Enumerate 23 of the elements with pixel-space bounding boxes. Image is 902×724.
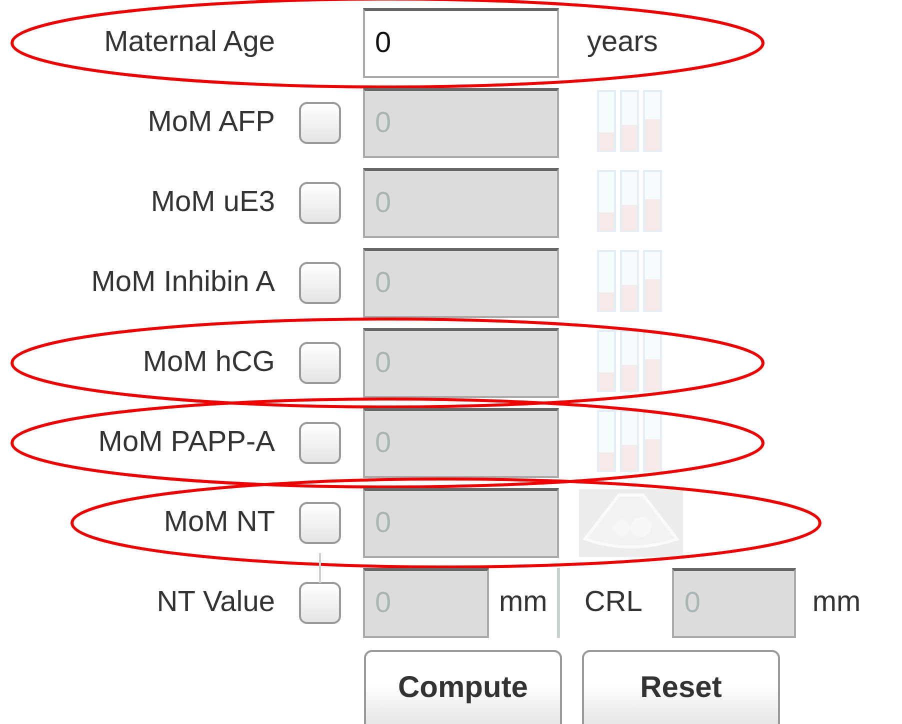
field-label: CRL: [584, 585, 642, 620]
ultrasound-icon: [579, 489, 683, 557]
reset-button[interactable]: Reset: [582, 650, 780, 724]
field-label: Maternal Age: [103, 25, 275, 60]
unit-label: mm: [812, 585, 861, 620]
field-label: MoM hCG: [142, 345, 275, 380]
checkbox[interactable]: [299, 342, 341, 384]
field-label: MoM AFP: [146, 105, 275, 140]
checkbox[interactable]: [299, 262, 341, 304]
field-label: MoM Inhibin A: [90, 265, 275, 300]
unit-label: years: [587, 25, 658, 60]
compute-button[interactable]: Compute: [364, 650, 562, 724]
checkbox[interactable]: [299, 422, 341, 464]
field-label: NT Value: [156, 585, 275, 620]
field-label: MoM PAPP-A: [97, 425, 275, 460]
checkbox[interactable]: [299, 182, 341, 224]
unit-label: mm: [499, 585, 548, 620]
checkbox[interactable]: [299, 582, 341, 624]
input-field[interactable]: 0: [363, 8, 559, 78]
checkbox[interactable]: [299, 502, 341, 544]
field-label: MoM uE3: [150, 185, 275, 220]
field-label: MoM NT: [162, 505, 275, 540]
checkbox[interactable]: [299, 102, 341, 144]
